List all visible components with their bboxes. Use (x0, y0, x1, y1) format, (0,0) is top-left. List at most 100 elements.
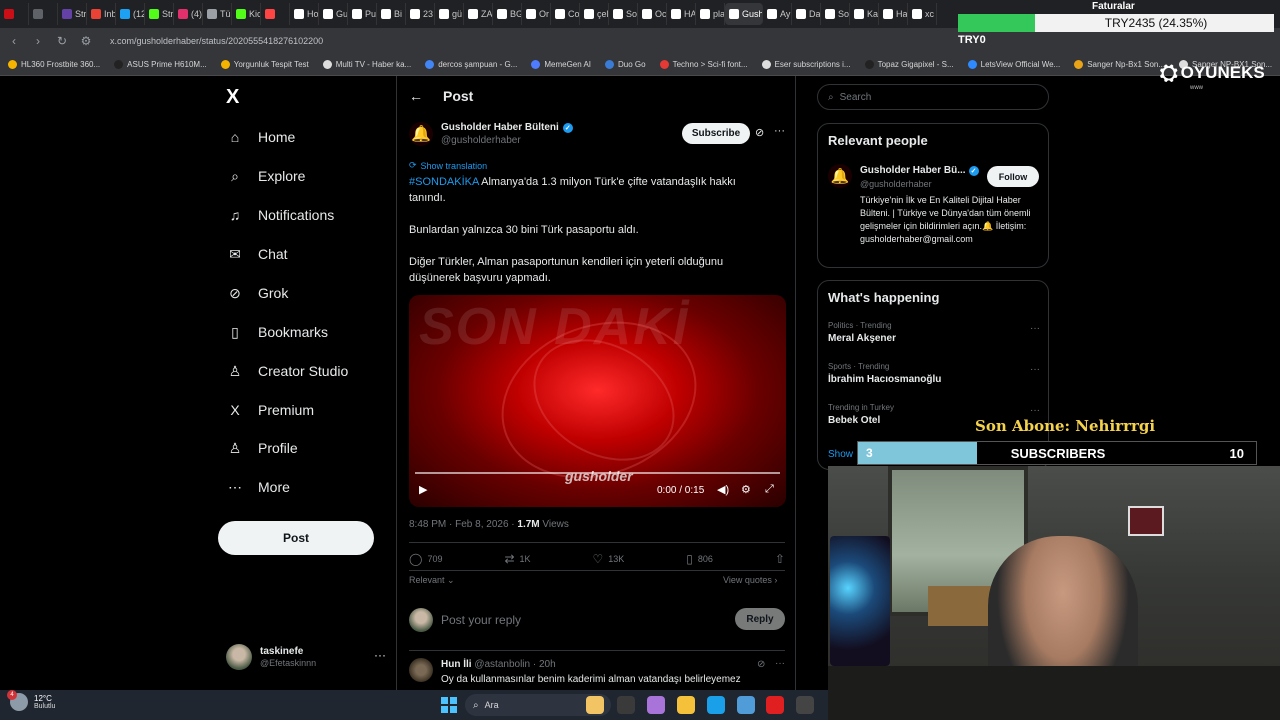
bookmark-item[interactable]: Eser subscriptions i... (761, 60, 851, 69)
browser-tab[interactable]: Gusho (725, 3, 763, 25)
settings-gear-icon[interactable]: ⚙ (741, 483, 751, 496)
sort-dropdown[interactable]: Relevant ⌄ (409, 575, 455, 586)
more-icon[interactable]: ··· (774, 125, 785, 137)
reply-author-name[interactable]: Hun İli (441, 659, 472, 670)
more-icon[interactable]: ··· (1030, 364, 1040, 375)
nav-item-home[interactable]: ⌂ Home (226, 128, 296, 146)
browser-tab[interactable]: Ho (290, 3, 319, 25)
browser-tab[interactable]: Inb (87, 3, 116, 25)
browser-tab[interactable]: gü (435, 3, 464, 25)
browser-tab[interactable]: Da (792, 3, 821, 25)
bookmark-item[interactable]: Duo Go (605, 60, 646, 69)
avatar[interactable] (409, 658, 433, 682)
bookmark-action[interactable]: ▯ 806 (686, 552, 713, 566)
subscribe-button[interactable]: Subscribe (682, 123, 750, 144)
browser-tab[interactable]: BG (493, 3, 522, 25)
trend-item[interactable]: Sports · Trending İbrahim Hacıosmanoğlu … (828, 362, 1040, 385)
reply-action[interactable]: ◯ 709 (409, 552, 442, 566)
browser-tab[interactable] (29, 3, 58, 25)
taskbar-app-icon[interactable] (677, 696, 695, 714)
browser-tab[interactable]: Str (145, 3, 174, 25)
follow-button[interactable]: Follow (987, 166, 1039, 187)
nav-item-notifications[interactable]: ♫ Notifications (226, 206, 335, 224)
taskbar-app-icon[interactable] (796, 696, 814, 714)
browser-tab[interactable]: pla (696, 3, 725, 25)
grok-icon[interactable]: ⊘ (755, 126, 764, 139)
bookmark-item[interactable]: Yorgunluk Tespit Test (220, 60, 309, 69)
taskbar-app-icon[interactable] (737, 696, 755, 714)
taskbar-app-icon[interactable] (586, 696, 604, 714)
browser-tab[interactable]: (4) (174, 3, 203, 25)
bookmark-item[interactable]: dercos şampuan - G... (425, 60, 517, 69)
browser-tab[interactable]: xc (908, 3, 937, 25)
grok-icon[interactable]: ⊘ (757, 659, 765, 670)
nav-item-creator-studio[interactable]: ♙ Creator Studio (226, 362, 349, 380)
more-icon[interactable]: ··· (775, 658, 785, 669)
browser-tab[interactable]: 23 (406, 3, 435, 25)
nav-item-grok[interactable]: ⊘ Grok (226, 284, 288, 302)
x-logo-icon[interactable]: X (226, 86, 239, 109)
reply-button[interactable]: Reply (735, 608, 785, 630)
fullscreen-icon[interactable]: ⤢ (765, 483, 774, 496)
show-more-link[interactable]: Show (828, 449, 853, 460)
bookmark-item[interactable]: ASUS Prime H610M... (114, 60, 207, 69)
bookmark-item[interactable]: Multi TV - Haber ka... (322, 60, 411, 69)
browser-tab[interactable] (261, 3, 290, 25)
browser-tab[interactable]: çel (580, 3, 609, 25)
bookmark-item[interactable]: Sanger Np-Bx1 Son... (1074, 60, 1165, 69)
more-icon[interactable]: ··· (1030, 405, 1040, 416)
author-avatar[interactable]: 🔔 (409, 122, 433, 146)
author-handle[interactable]: @gusholderhaber (441, 135, 573, 146)
trend-item[interactable]: Politics · Trending Meral Akşener ··· (828, 321, 1040, 344)
forward-icon[interactable]: › (32, 34, 44, 48)
reply-input[interactable]: Post your reply (441, 613, 521, 627)
browser-tab[interactable]: Ay (763, 3, 792, 25)
nav-item-more[interactable]: ⋯ More (226, 478, 290, 496)
browser-tab[interactable]: Co (551, 3, 580, 25)
like-action[interactable]: ♡ 13K (593, 552, 625, 566)
bookmark-item[interactable]: HL360 Frostbite 360... (8, 60, 100, 69)
repost-action[interactable]: ⇄ 1K (504, 552, 530, 566)
video-player[interactable]: SON DAKİ gusholder ▶ 0:00 / 0:15 ◀) ⚙ ⤢ (409, 295, 786, 507)
account-switcher[interactable]: taskinefe @Efetaskinnn ··· (226, 642, 386, 672)
taskbar-app-icon[interactable] (766, 696, 784, 714)
site-info-icon[interactable]: ⚙ (80, 34, 92, 48)
nav-item-premium[interactable]: X Premium (226, 401, 314, 419)
browser-tab[interactable]: Ha (879, 3, 908, 25)
taskbar-app-icon[interactable] (707, 696, 725, 714)
more-icon[interactable]: ··· (1030, 323, 1040, 334)
post-button[interactable]: Post (218, 521, 374, 555)
show-translation-link[interactable]: ⟳ Show translation (409, 160, 487, 171)
browser-tab[interactable]: (12 (116, 3, 145, 25)
taskbar-app-icon[interactable] (647, 696, 665, 714)
browser-tab[interactable]: HA (667, 3, 696, 25)
hashtag-link[interactable]: #SONDAKİKA (409, 176, 479, 188)
back-arrow-icon[interactable]: ← (409, 88, 423, 104)
bookmark-item[interactable]: Topaz Gigapixel - S... (864, 60, 954, 69)
browser-tab[interactable]: Sol (609, 3, 638, 25)
browser-tab[interactable]: Str (58, 3, 87, 25)
browser-tab[interactable]: ZA (464, 3, 493, 25)
nav-item-explore[interactable]: ⌕ Explore (226, 167, 305, 185)
browser-tab[interactable]: Kic (232, 3, 261, 25)
nav-item-chat[interactable]: ✉ Chat (226, 245, 287, 263)
post-timestamp[interactable]: 8:48 PM · Feb 8, 2026 · (409, 519, 517, 530)
browser-tab[interactable]: Pu (348, 3, 377, 25)
bookmark-item[interactable]: Techno > Sci-fi font... (659, 60, 748, 69)
share-action[interactable]: ⇧ (775, 552, 785, 566)
search-input[interactable]: Search (840, 92, 872, 103)
author-name[interactable]: Gusholder Haber Bülteni ✓ (441, 122, 573, 133)
search-box[interactable]: ⌕ Search (817, 84, 1049, 110)
browser-tab[interactable]: Sol (821, 3, 850, 25)
browser-tab[interactable]: Ka (850, 3, 879, 25)
back-icon[interactable]: ‹ (8, 34, 20, 48)
reload-icon[interactable]: ↻ (56, 34, 68, 48)
bookmark-item[interactable]: LetsView Official We... (967, 60, 1060, 69)
taskbar-app-icon[interactable] (617, 696, 635, 714)
bookmark-item[interactable]: MemeGen AI (531, 60, 591, 69)
browser-tab[interactable]: Bi (377, 3, 406, 25)
start-button-icon[interactable] (441, 697, 457, 713)
url-field[interactable]: x.com/gusholderhaber/status/202055541827… (110, 36, 323, 46)
nav-item-bookmarks[interactable]: ▯ Bookmarks (226, 323, 328, 341)
author-avatar[interactable]: 🔔 (828, 164, 852, 188)
